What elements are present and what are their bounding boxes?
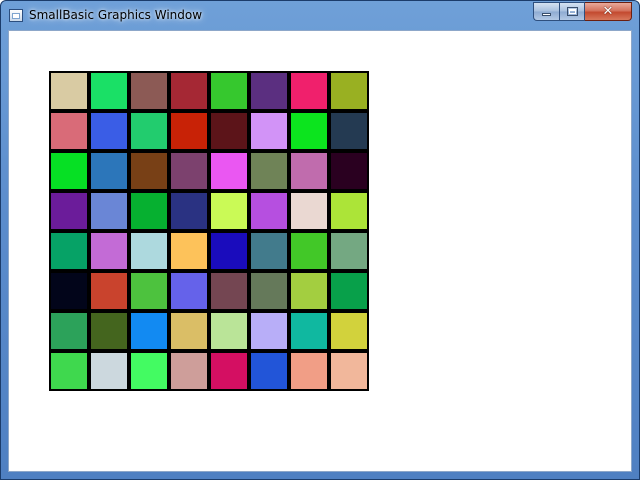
grid-square — [249, 151, 289, 191]
grid-square — [289, 231, 329, 271]
grid-square — [209, 311, 249, 351]
grid-square — [329, 311, 369, 351]
grid-square — [129, 191, 169, 231]
close-button[interactable]: ✕ — [585, 2, 632, 21]
grid-square — [49, 351, 89, 391]
window-title: SmallBasic Graphics Window — [29, 8, 203, 22]
grid-square — [209, 231, 249, 271]
grid-square — [129, 271, 169, 311]
grid-square — [49, 71, 89, 111]
grid-square — [89, 351, 129, 391]
grid-square — [169, 111, 209, 151]
grid-square — [329, 111, 369, 151]
grid-square — [289, 351, 329, 391]
grid-square — [89, 71, 129, 111]
grid-square — [289, 151, 329, 191]
grid-square — [129, 151, 169, 191]
grid-square — [249, 351, 289, 391]
grid-square — [289, 271, 329, 311]
graphics-canvas[interactable] — [8, 30, 632, 472]
grid-square — [289, 71, 329, 111]
grid-square — [249, 311, 289, 351]
minimize-icon — [542, 13, 551, 16]
grid-square — [329, 231, 369, 271]
grid-square — [209, 111, 249, 151]
grid-square — [49, 111, 89, 151]
color-grid — [49, 71, 369, 391]
grid-square — [249, 71, 289, 111]
grid-square — [249, 271, 289, 311]
grid-square — [249, 111, 289, 151]
grid-square — [329, 191, 369, 231]
grid-square — [129, 311, 169, 351]
grid-square — [209, 271, 249, 311]
grid-square — [129, 351, 169, 391]
grid-square — [329, 351, 369, 391]
grid-square — [209, 71, 249, 111]
grid-square — [89, 311, 129, 351]
minimize-button[interactable] — [533, 2, 559, 21]
grid-square — [89, 191, 129, 231]
grid-square — [49, 311, 89, 351]
grid-square — [289, 191, 329, 231]
grid-square — [49, 271, 89, 311]
grid-square — [329, 151, 369, 191]
grid-square — [249, 191, 289, 231]
grid-square — [329, 271, 369, 311]
close-icon: ✕ — [602, 4, 614, 19]
maximize-button[interactable] — [559, 2, 585, 21]
grid-square — [49, 191, 89, 231]
graphics-window: SmallBasic Graphics Window ✕ — [0, 0, 640, 480]
title-bar[interactable]: SmallBasic Graphics Window ✕ — [1, 1, 639, 30]
grid-square — [169, 231, 209, 271]
grid-square — [289, 111, 329, 151]
grid-square — [249, 231, 289, 271]
grid-square — [169, 191, 209, 231]
grid-square — [209, 191, 249, 231]
grid-square — [129, 71, 169, 111]
maximize-icon — [567, 7, 578, 16]
grid-square — [89, 271, 129, 311]
grid-square — [289, 311, 329, 351]
grid-square — [169, 351, 209, 391]
grid-square — [89, 111, 129, 151]
grid-square — [89, 151, 129, 191]
grid-square — [169, 311, 209, 351]
grid-square — [209, 351, 249, 391]
grid-square — [49, 231, 89, 271]
grid-square — [49, 151, 89, 191]
grid-square — [89, 231, 129, 271]
grid-square — [169, 151, 209, 191]
window-controls: ✕ — [533, 2, 632, 21]
grid-square — [169, 71, 209, 111]
grid-square — [169, 271, 209, 311]
grid-square — [129, 231, 169, 271]
grid-square — [209, 151, 249, 191]
grid-square — [129, 111, 169, 151]
grid-square — [329, 71, 369, 111]
window-icon[interactable] — [9, 9, 23, 22]
